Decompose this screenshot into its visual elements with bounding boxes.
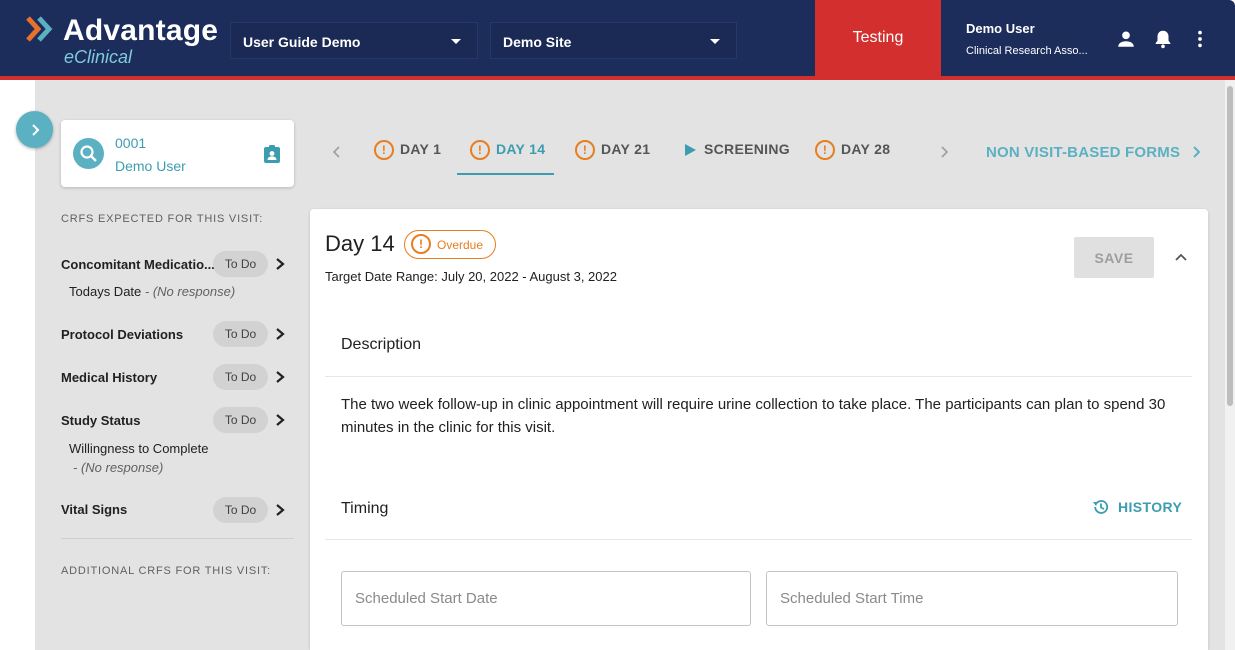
status-chip: To Do <box>213 251 268 277</box>
left-gutter <box>0 80 35 650</box>
tab-day-14[interactable]: ! DAY 14 <box>457 140 554 175</box>
contact-card-icon[interactable] <box>262 144 282 164</box>
section-divider <box>325 539 1192 540</box>
crf-item-protocol-deviations[interactable]: Protocol Deviations <box>61 327 183 342</box>
tabs-scroll-right-icon[interactable] <box>939 146 949 158</box>
status-chip: To Do <box>213 364 268 390</box>
scheduled-start-date-field[interactable] <box>341 571 751 626</box>
save-button[interactable]: SAVE <box>1074 237 1154 278</box>
crf-field-value: - (No response) <box>73 460 164 475</box>
crf-item-vital-signs[interactable]: Vital Signs <box>61 502 127 517</box>
logo-chevron-icon <box>26 16 53 42</box>
tabs-scroll-left-icon[interactable] <box>332 146 342 158</box>
crfs-expected-label: CRFS EXPECTED FOR THIS VISIT: <box>61 213 264 225</box>
additional-crfs-label: ADDITIONAL CRFS FOR THIS VISIT: <box>61 565 271 577</box>
bell-icon[interactable] <box>1152 28 1174 50</box>
chevron-right-icon[interactable] <box>273 413 287 427</box>
section-divider <box>325 376 1192 377</box>
crf-field-value: - (No response) <box>141 284 236 299</box>
tab-label: DAY 14 <box>496 141 546 157</box>
warning-icon: ! <box>374 140 394 160</box>
status-chip: To Do <box>213 497 268 523</box>
scrollbar-thumb[interactable] <box>1227 86 1233 406</box>
more-vertical-icon[interactable] <box>1189 28 1211 50</box>
chevron-down-icon <box>451 39 461 44</box>
description-heading: Description <box>341 336 422 353</box>
crf-item-concomitant-medications[interactable]: Concomitant Medicatio... <box>61 257 215 272</box>
scheduled-start-date-input[interactable] <box>342 572 750 625</box>
description-text: The two week follow-up in clinic appoint… <box>341 396 1166 436</box>
tab-label: SCREENING <box>704 141 790 157</box>
crf-field-willingness-label: Willingness to Complete <box>69 441 209 456</box>
participant-id: 0001 <box>115 135 147 151</box>
tab-day-21[interactable]: ! DAY 21 <box>575 140 651 175</box>
tab-day-1[interactable]: ! DAY 1 <box>374 140 442 175</box>
crf-field-willingness-value: - (No response) <box>73 460 163 475</box>
history-icon <box>1093 500 1109 514</box>
chevron-right-icon[interactable] <box>273 327 287 341</box>
crf-field-label: Todays Date <box>69 284 142 299</box>
crf-item-medical-history[interactable]: Medical History <box>61 370 157 385</box>
tab-day-28[interactable]: ! DAY 28 <box>815 140 891 175</box>
tab-label: DAY 28 <box>841 141 891 157</box>
scheduled-start-time-input[interactable] <box>767 572 1177 625</box>
non-visit-forms-link[interactable]: NON VISIT-BASED FORMS <box>986 144 1201 161</box>
study-select-value: User Guide Demo <box>243 34 361 50</box>
chevron-down-icon <box>710 39 720 44</box>
warning-icon: ! <box>411 234 431 254</box>
scheduled-start-time-field[interactable] <box>766 571 1178 626</box>
site-select[interactable]: Demo Site <box>490 22 737 59</box>
search-icon <box>80 145 97 162</box>
warning-icon: ! <box>575 140 595 160</box>
non-visit-forms-label: NON VISIT-BASED FORMS <box>986 144 1181 161</box>
environment-badge: Testing <box>815 0 941 76</box>
status-badge-label: Overdue <box>437 237 484 252</box>
chevron-right-icon <box>1192 146 1201 158</box>
tab-screening[interactable]: SCREENING <box>684 141 790 175</box>
logo-subtitle: eClinical <box>64 47 133 67</box>
participant-name: Demo User <box>115 158 186 174</box>
timing-heading: Timing <box>341 500 389 517</box>
status-chip: To Do <box>213 321 268 347</box>
top-app-bar: Advantage eClinical User Guide Demo Demo… <box>0 0 1235 80</box>
chevron-right-icon[interactable] <box>273 257 287 271</box>
chevron-right-icon[interactable] <box>273 503 287 517</box>
user-name: Demo User <box>966 21 1035 36</box>
chevron-up-icon[interactable] <box>1174 250 1188 264</box>
history-button[interactable]: HISTORY <box>1092 498 1182 516</box>
expand-sidebar-button[interactable] <box>16 111 53 148</box>
crf-field-todays-date: Todays Date - (No response) <box>69 284 235 299</box>
history-label: HISTORY <box>1118 499 1183 515</box>
play-icon <box>685 144 696 156</box>
study-select[interactable]: User Guide Demo <box>230 22 478 59</box>
crf-item-study-status[interactable]: Study Status <box>61 413 140 428</box>
site-select-value: Demo Site <box>503 34 572 50</box>
sidebar-divider <box>61 538 294 539</box>
person-icon[interactable] <box>1115 28 1137 50</box>
warning-icon: ! <box>470 140 490 160</box>
search-button[interactable] <box>73 138 104 169</box>
status-chip: To Do <box>213 407 268 433</box>
warning-icon: ! <box>815 140 835 160</box>
participant-card[interactable]: 0001 Demo User <box>61 120 294 187</box>
visit-title: Day 14 <box>325 231 395 256</box>
user-role: Clinical Research Asso... <box>966 45 1088 57</box>
tab-label: DAY 1 <box>400 141 442 157</box>
chevron-right-icon[interactable] <box>273 370 287 384</box>
target-date-range: Target Date Range: July 20, 2022 - Augus… <box>325 269 617 284</box>
logo-title: Advantage <box>63 14 219 47</box>
status-badge: ! Overdue <box>404 230 496 259</box>
tab-label: DAY 21 <box>601 141 651 157</box>
chevron-right-icon <box>31 123 39 136</box>
